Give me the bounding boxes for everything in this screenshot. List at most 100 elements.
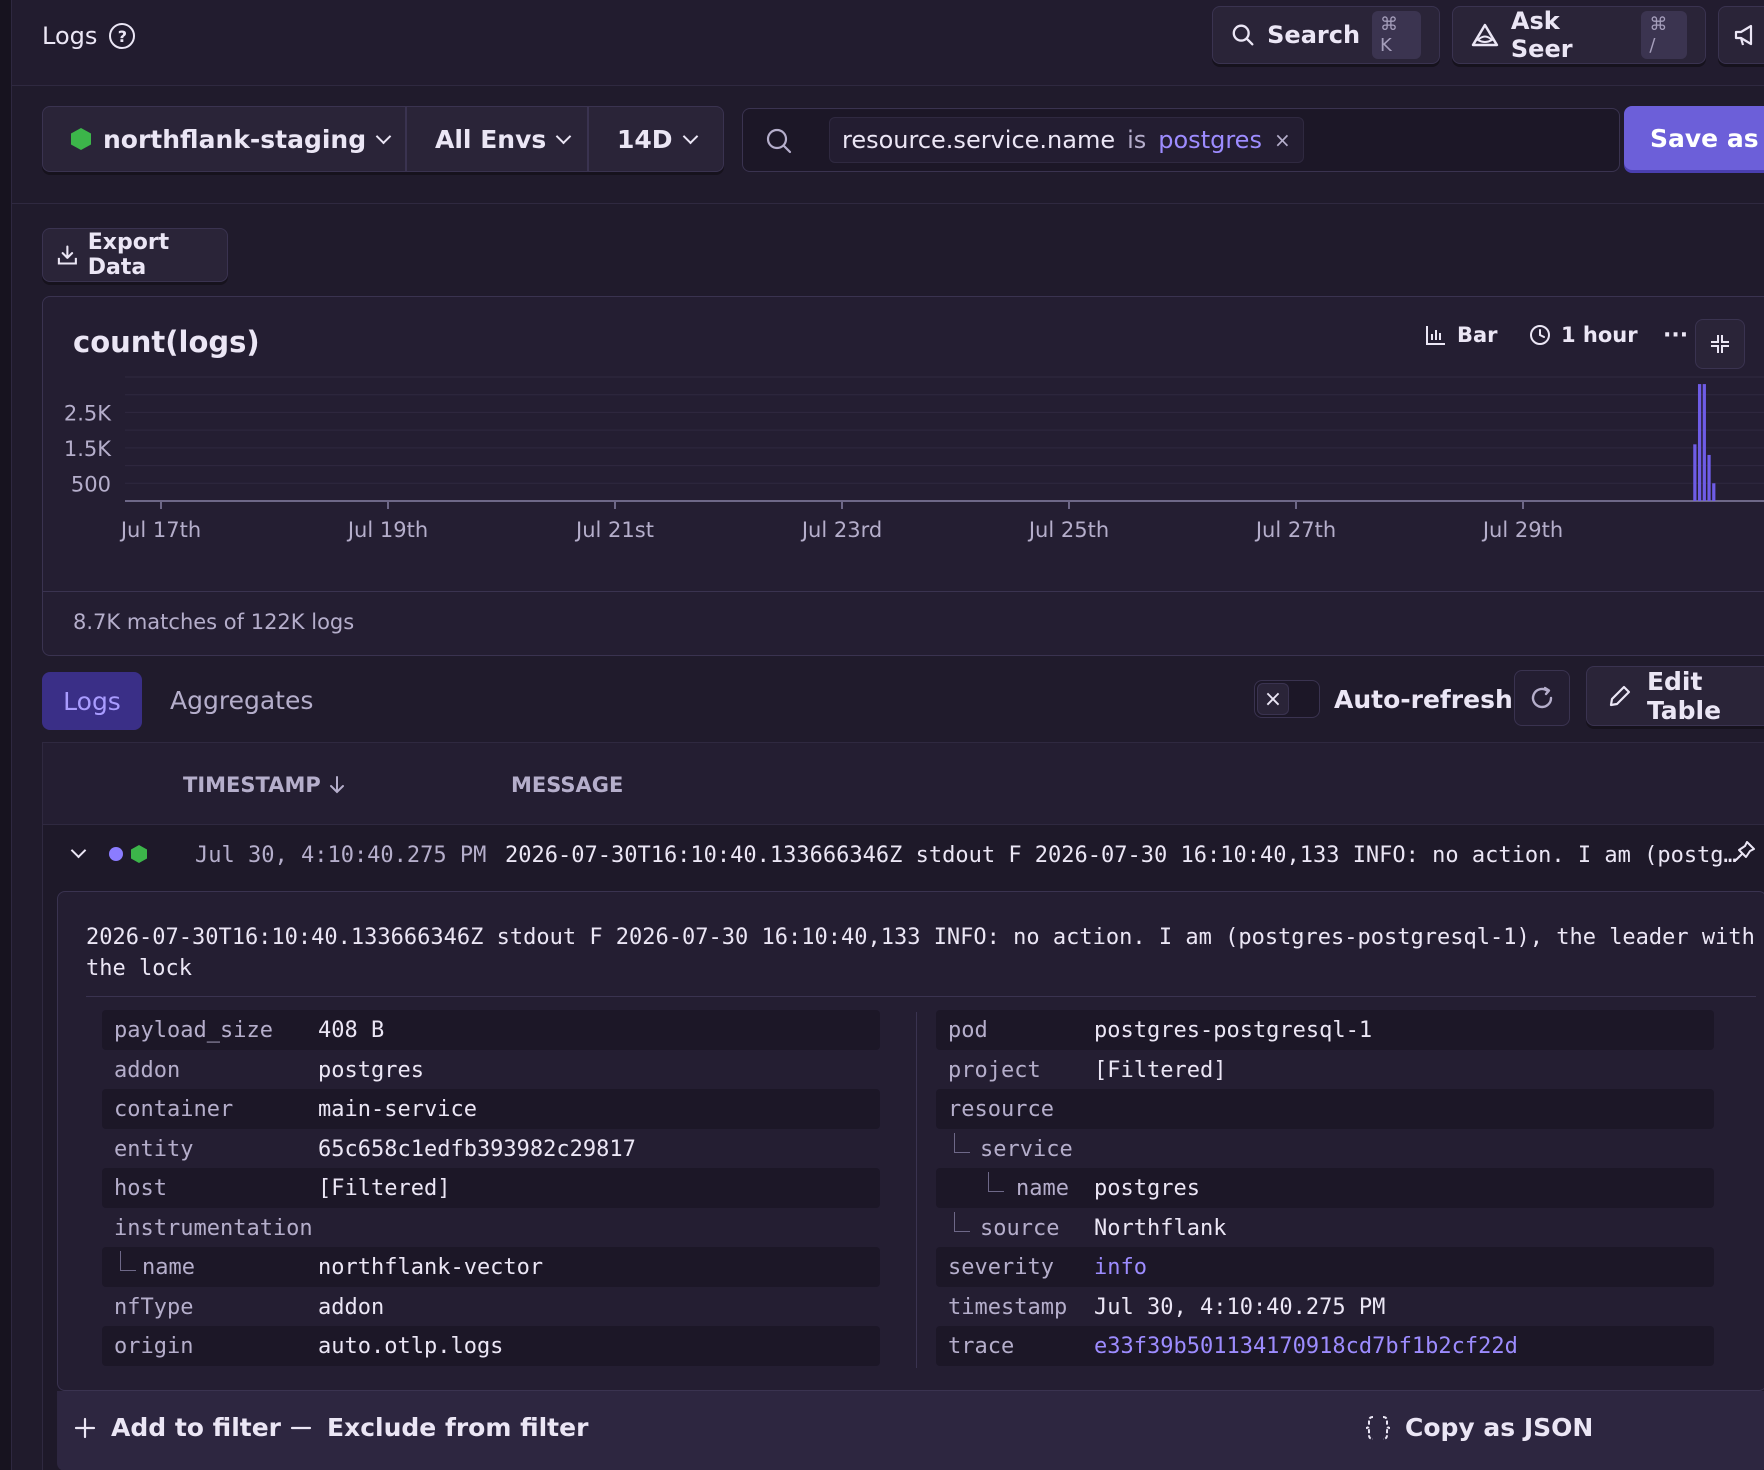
attribute-key: nfType — [114, 1294, 194, 1320]
attribute-row[interactable]: origin auto.otlp.logs — [102, 1326, 880, 1366]
attribute-row[interactable]: entity 65c658c1edfb393982c29817 — [102, 1129, 880, 1169]
attribute-row[interactable]: instrumentation — [102, 1208, 880, 1248]
attribute-value: postgres — [1094, 1176, 1200, 1201]
chart-title: count(logs) — [73, 325, 260, 359]
table-row[interactable]: Jul 30, 4:10:40.275 PM 2026-07-30T16:10:… — [43, 825, 1764, 887]
environment-selector[interactable]: All Envs — [406, 106, 588, 172]
message-column-header[interactable]: MESSAGE — [511, 773, 623, 797]
attribute-row[interactable]: payload_size 408 B — [102, 1010, 880, 1050]
attributes-left: payload_size 408 B addon postgres containe… — [102, 1010, 880, 1366]
attribute-value: 408 B — [318, 1018, 385, 1043]
help-icon[interactable]: ? — [109, 23, 136, 49]
pin-icon[interactable] — [1733, 839, 1757, 867]
attribute-key: severity — [948, 1255, 1054, 1280]
attribute-row[interactable]: service — [936, 1129, 1714, 1169]
attribute-value: postgres — [318, 1057, 424, 1083]
tree-connector — [954, 1211, 970, 1232]
query-filter-token[interactable]: resource.service.name is postgres × — [829, 117, 1304, 163]
attribute-row[interactable]: container main-service — [102, 1089, 880, 1129]
period-selector[interactable]: 14D — [588, 106, 724, 172]
chart-type-button[interactable]: Bar — [1425, 323, 1498, 347]
remove-filter-icon[interactable]: × — [1274, 128, 1291, 152]
logs-table: TIMESTAMP MESSAGE Jul 30, 4:10:40.275 PM… — [42, 742, 1764, 1470]
attribute-row[interactable]: project [Filtered] — [936, 1050, 1714, 1090]
ask-seer-shortcut: ⌘ / — [1641, 11, 1687, 59]
attribute-row[interactable]: name northflank-vector — [102, 1247, 880, 1287]
tab-aggregates[interactable]: Aggregates — [170, 686, 313, 715]
collapse-chart-button[interactable] — [1695, 319, 1745, 369]
search-button[interactable]: Search ⌘ K — [1212, 6, 1440, 64]
attribute-row[interactable]: addon postgres — [102, 1050, 880, 1090]
project-hex-icon — [131, 845, 147, 863]
row-message: 2026-07-30T16:10:40.133666346Z stdout F … — [505, 843, 1737, 868]
full-message: 2026-07-30T16:10:40.133666346Z stdout F … — [86, 925, 1755, 981]
tab-logs[interactable]: Logs — [42, 672, 142, 730]
add-to-filter-button[interactable]: Add to filter — [73, 1413, 281, 1442]
chart-bar — [1702, 384, 1706, 501]
attribute-value: [Filtered] — [318, 1176, 451, 1201]
export-data-button[interactable]: Export Data — [42, 228, 228, 282]
attribute-value: postgres-postgresql-1 — [1094, 1018, 1373, 1043]
attribute-row[interactable]: name postgres — [936, 1168, 1714, 1208]
auto-refresh-toggle[interactable]: × — [1254, 680, 1320, 718]
attribute-row[interactable]: pod postgres-postgresql-1 — [936, 1010, 1714, 1050]
row-timestamp: Jul 30, 4:10:40.275 PM — [195, 843, 487, 868]
attribute-key: source — [980, 1215, 1060, 1241]
filter-value[interactable]: postgres — [1158, 126, 1262, 154]
attribute-value: auto.otlp.logs — [318, 1334, 504, 1359]
match-count: 8.7K matches of 122K logs — [73, 610, 355, 634]
attribute-row[interactable]: source Northflank — [936, 1208, 1714, 1248]
chart-bar — [1712, 483, 1716, 501]
attribute-row[interactable]: nfType addon — [102, 1287, 880, 1327]
attribute-key: name — [1016, 1176, 1069, 1201]
filter-key: resource.service.name — [842, 126, 1116, 154]
chart-more-button[interactable]: ··· — [1663, 323, 1688, 348]
ask-seer-label: Ask Seer — [1510, 7, 1573, 63]
attribute-value: [Filtered] — [1094, 1057, 1227, 1083]
top-bar: Logs ? Search ⌘ K Ask Seer ⌘ / — [12, 0, 1764, 86]
chart-bar — [1707, 454, 1711, 501]
x-tick-label: Jul 25th — [1027, 518, 1109, 542]
attribute-key: payload_size — [114, 1018, 273, 1043]
main-area: Logs ? Search ⌘ K Ask Seer ⌘ / northflan… — [12, 0, 1764, 1470]
timestamp-column-header[interactable]: TIMESTAMP — [183, 773, 345, 797]
export-data-label: Export Data — [87, 230, 170, 280]
search-button-label: Search — [1267, 21, 1361, 49]
attribute-key: timestamp — [948, 1294, 1068, 1320]
attribute-value: Northflank — [1094, 1215, 1227, 1241]
exclude-from-filter-label: Exclude from filter — [327, 1413, 589, 1442]
column-divider — [916, 1012, 917, 1368]
y-tick-label: 500 — [71, 472, 111, 496]
tree-connector — [988, 1172, 1004, 1192]
trace-link[interactable]: e33f39b501134170918cd7bf1b2cf22d — [1094, 1334, 1518, 1359]
attribute-row[interactable]: resource — [936, 1089, 1714, 1129]
edit-table-button[interactable]: Edit Table — [1586, 666, 1764, 726]
attribute-row[interactable]: trace e33f39b501134170918cd7bf1b2cf22d — [936, 1326, 1714, 1366]
filter-row: northflank-staging All Envs 14D resource… — [12, 86, 1764, 204]
attribute-key: pod — [948, 1018, 988, 1043]
save-as-button[interactable]: Save as — [1624, 106, 1764, 170]
y-tick-label: 1.5K — [64, 437, 112, 461]
chevron-down-icon[interactable] — [70, 842, 87, 859]
search-icon — [1232, 24, 1254, 46]
filter-operator[interactable]: is — [1127, 126, 1146, 154]
edit-table-label: Edit Table — [1646, 667, 1722, 725]
ask-seer-button[interactable]: Ask Seer ⌘ / — [1452, 6, 1706, 64]
divider — [86, 996, 1756, 997]
announcements-button[interactable] — [1718, 6, 1764, 64]
refresh-button[interactable] — [1514, 670, 1570, 726]
attribute-row[interactable]: severity info — [936, 1247, 1714, 1287]
count-logs-bar-chart: 2.5K 1.5K 500 Jul 17th Jul 19th Jul 21st Jul 2… — [64, 376, 1764, 542]
project-selector[interactable]: northflank-staging — [42, 106, 406, 172]
attribute-row[interactable]: host [Filtered] — [102, 1168, 880, 1208]
chart-bar — [1693, 444, 1697, 501]
copy-as-json-button[interactable]: Copy as JSON — [1365, 1413, 1593, 1442]
severity-value[interactable]: info — [1094, 1255, 1147, 1280]
attribute-value: addon — [318, 1294, 385, 1320]
exclude-from-filter-button[interactable]: Exclude from filter — [289, 1413, 588, 1442]
query-search-bar[interactable]: resource.service.name is postgres × — [742, 108, 1620, 172]
interval-button[interactable]: 1 hour — [1529, 323, 1638, 347]
chart-card: count(logs) Bar 1 hour ··· 2.5K 1.5K 500 Ju… — [42, 296, 1764, 656]
attribute-key: project — [948, 1057, 1041, 1083]
attribute-row[interactable]: timestamp Jul 30, 4:10:40.275 PM — [936, 1287, 1714, 1327]
